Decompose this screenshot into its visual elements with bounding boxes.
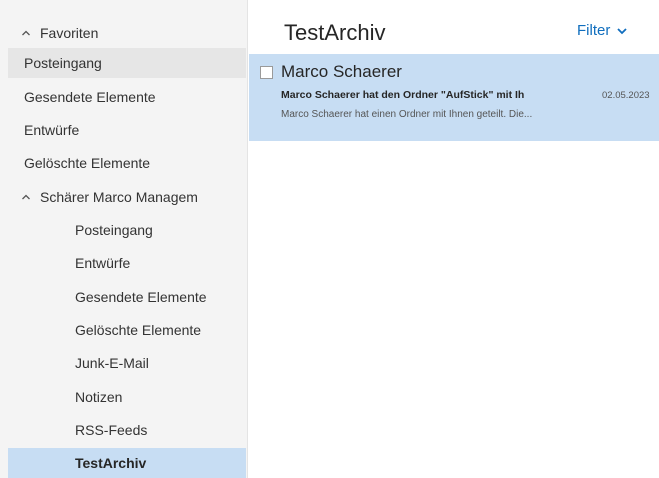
account-item-sent[interactable]: Gesendete Elemente — [8, 282, 246, 312]
message-select-checkbox[interactable] — [260, 66, 273, 79]
folder-label: Posteingang — [24, 55, 102, 71]
folder-label: Notizen — [75, 389, 123, 405]
favorites-item-inbox[interactable]: Posteingang — [8, 48, 246, 78]
account-item-rss[interactable]: RSS-Feeds — [8, 415, 246, 445]
account-group-header[interactable]: Schärer Marco Managem — [8, 182, 246, 212]
account-item-deleted[interactable]: Gelöschte Elemente — [8, 315, 246, 345]
filter-button[interactable]: Filter — [577, 22, 628, 39]
account-item-notes[interactable]: Notizen — [8, 382, 246, 412]
account-item-junk[interactable]: Junk-E-Mail — [8, 348, 246, 378]
filter-label: Filter — [577, 22, 611, 39]
message-sender: Marco Schaerer — [281, 62, 402, 81]
favorites-item-deleted[interactable]: Gelöschte Elemente — [8, 148, 246, 178]
folder-label: Entwürfe — [24, 122, 80, 138]
favorites-item-sent[interactable]: Gesendete Elemente — [8, 82, 246, 112]
account-group-label: Schärer Marco Managem — [40, 189, 198, 205]
message-list-item[interactable]: Marco Schaerer Marco Schaerer hat den Or… — [249, 54, 659, 141]
folder-label: Gesendete Elemente — [24, 89, 156, 105]
message-preview: Marco Schaerer hat einen Ordner mit Ihne… — [281, 109, 533, 120]
mail-app: Favoriten Posteingang Gesendete Elemente… — [0, 0, 659, 478]
account-item-drafts[interactable]: Entwürfe — [8, 248, 246, 278]
favorites-group-header[interactable]: Favoriten — [8, 18, 246, 48]
folder-label: RSS-Feeds — [75, 422, 148, 438]
favorites-group-label: Favoriten — [40, 25, 99, 41]
folder-label: Junk-E-Mail — [75, 355, 149, 371]
chevron-down-icon — [616, 25, 628, 37]
account-item-testarchiv[interactable]: TestArchiv — [8, 448, 246, 478]
folder-label: TestArchiv — [75, 455, 147, 471]
folder-label: Posteingang — [75, 222, 153, 238]
message-date: 02.05.2023 — [602, 90, 650, 101]
folder-pane: Favoriten Posteingang Gesendete Elemente… — [0, 0, 248, 478]
chevron-up-icon[interactable] — [20, 191, 32, 203]
favorites-item-drafts[interactable]: Entwürfe — [8, 115, 246, 145]
message-subject: Marco Schaerer hat den Ordner "AufStick"… — [281, 89, 525, 101]
folder-title: TestArchiv — [284, 20, 386, 45]
message-list-pane: TestArchiv Filter Marco Schaerer Marco S… — [249, 0, 659, 478]
folder-label: Gelöschte Elemente — [24, 155, 151, 171]
folder-label: Gelöschte Elemente — [75, 322, 202, 338]
chevron-up-icon[interactable] — [20, 27, 32, 39]
folder-label: Entwürfe — [75, 255, 131, 271]
account-item-inbox[interactable]: Posteingang — [8, 215, 246, 245]
folder-label: Gesendete Elemente — [75, 289, 207, 305]
